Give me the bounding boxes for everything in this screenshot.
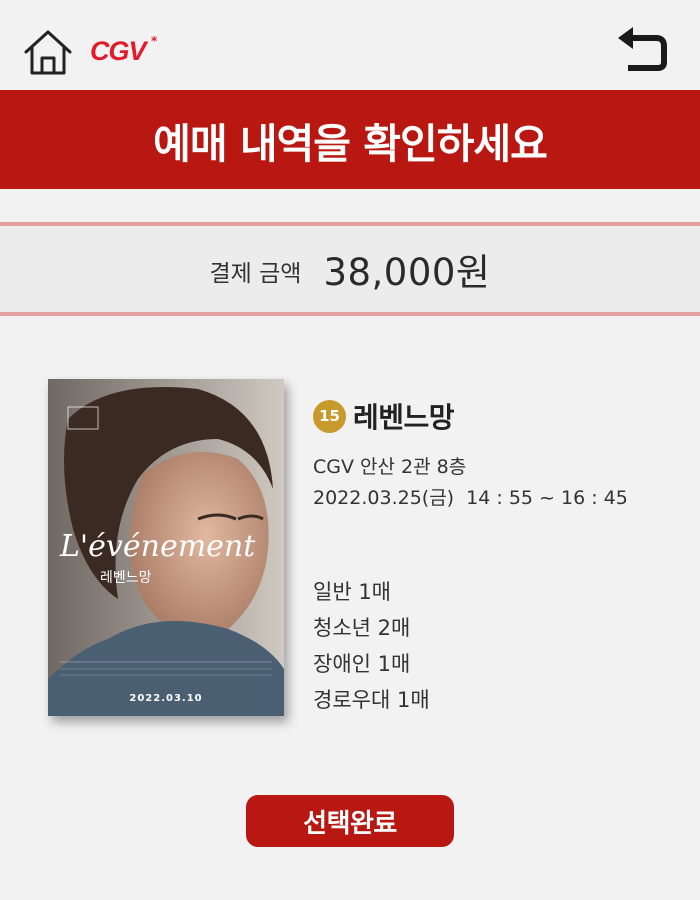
ticket-line-disabled: 장애인 1매: [313, 652, 411, 676]
confirm-selection-button[interactable]: 선택완료: [246, 795, 454, 847]
back-arrow-icon: [618, 27, 667, 71]
ticket-list: 일반 1매 청소년 2매 장애인 1매 경로우대 1매: [313, 574, 430, 718]
movie-poster: L'événement 레벤느망 2022.03.10: [48, 379, 284, 716]
top-bar: CGV *: [0, 0, 700, 90]
cgv-logo-star: *: [151, 34, 158, 48]
home-button[interactable]: [22, 28, 74, 78]
ticket-line-senior: 경로우대 1매: [313, 688, 430, 712]
back-button[interactable]: [614, 26, 668, 74]
booking-info: 15 레벤느망 CGV 안산 2관 8층 2022.03.25(금) 14 : …: [313, 396, 693, 712]
payment-label: 결제 금액: [209, 261, 302, 287]
payment-summary: 결제 금액 38,000원: [0, 222, 700, 316]
payment-amount: 38,000원: [323, 251, 491, 294]
ticket-line-youth: 청소년 2매: [313, 616, 411, 640]
poster-subtitle: 레벤느망: [100, 570, 152, 586]
age-rating-badge: 15: [313, 399, 346, 433]
ticket-line-general: 일반 1매: [313, 580, 391, 604]
poster-date: 2022.03.10: [129, 693, 203, 704]
movie-title: 레벤느망: [353, 401, 455, 434]
home-icon: [24, 30, 72, 75]
cgv-logo: CGV: [90, 36, 147, 66]
page-title: 예매 내역을 확인하세요: [153, 119, 548, 168]
theater-info: CGV 안산 2관 8층: [313, 456, 467, 478]
page-title-banner: 예매 내역을 확인하세요: [0, 90, 700, 189]
poster-title: L'événement: [60, 529, 256, 564]
showtime-info: 2022.03.25(금) 14 : 55 ~ 16 : 45: [313, 487, 628, 509]
movie-title-row: 15 레벤느망: [313, 396, 693, 436]
